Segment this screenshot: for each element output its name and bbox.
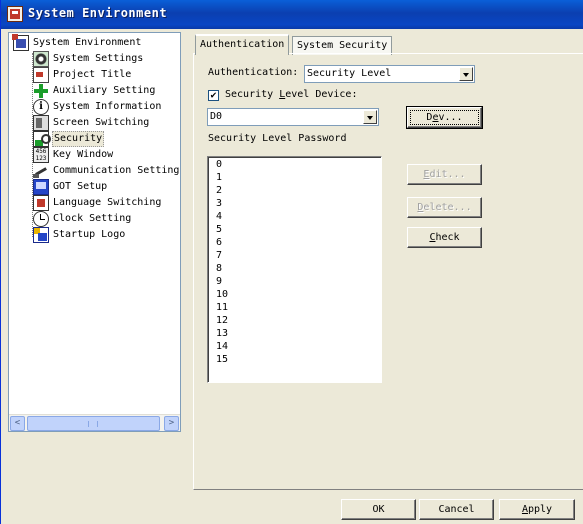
title-bar[interactable]: System Environment bbox=[1, 0, 583, 29]
plus-icon bbox=[33, 83, 49, 99]
tree-item-label: System Settings bbox=[53, 53, 144, 64]
settings-tree[interactable]: System Environment System Settings Proje… bbox=[8, 32, 181, 432]
list-item[interactable]: 4 bbox=[216, 210, 222, 223]
list-item[interactable]: 7 bbox=[216, 249, 222, 262]
list-item[interactable]: 3 bbox=[216, 197, 222, 210]
tree-item-label: Key Window bbox=[53, 149, 114, 160]
window-title: System Environment bbox=[28, 6, 168, 20]
dev-button[interactable]: Dev... bbox=[406, 106, 483, 129]
dev-button-label: Dev... bbox=[410, 110, 479, 125]
authentication-select[interactable]: Security Level bbox=[304, 65, 475, 83]
authentication-select-value: Security Level bbox=[307, 68, 392, 79]
tree-item-label: Auxiliary Setting bbox=[53, 85, 156, 96]
list-item[interactable]: 13 bbox=[216, 327, 228, 340]
tree-item-startup-logo[interactable]: Startup Logo bbox=[33, 227, 126, 243]
tree-item-label: Language Switching bbox=[53, 197, 162, 208]
tree-horizontal-scrollbar[interactable]: < > bbox=[9, 414, 180, 431]
scroll-right-button[interactable]: > bbox=[164, 416, 179, 431]
tree-item-communication-setting[interactable]: Communication Setting bbox=[33, 163, 180, 179]
monitor-icon bbox=[33, 179, 49, 195]
tree-item-label: Startup Logo bbox=[53, 229, 126, 240]
chevron-down-icon[interactable] bbox=[459, 67, 473, 81]
tree-root[interactable]: System Environment bbox=[12, 34, 142, 51]
gear-icon bbox=[33, 51, 49, 67]
tree-item-label: Screen Switching bbox=[53, 117, 150, 128]
tree-item-label: Communication Setting bbox=[53, 165, 180, 176]
security-level-password-label: Security Level Password bbox=[208, 133, 347, 144]
tree-item-got-setup[interactable]: GOT Setup bbox=[33, 179, 108, 195]
cancel-button[interactable]: Cancel bbox=[419, 499, 494, 520]
list-item[interactable]: 6 bbox=[216, 236, 222, 249]
project-title-icon bbox=[33, 67, 49, 83]
tree-item-key-window[interactable]: 456 123 Key Window bbox=[33, 147, 114, 163]
security-level-device-input[interactable]: D0 bbox=[207, 108, 379, 126]
edit-button[interactable]: Edit... bbox=[407, 164, 482, 185]
ok-button[interactable]: OK bbox=[341, 499, 416, 520]
security-icon bbox=[33, 131, 51, 147]
security-level-device-label: Security Level Device: bbox=[225, 89, 358, 100]
apply-button[interactable]: Apply bbox=[499, 499, 575, 520]
list-item[interactable]: 10 bbox=[216, 288, 228, 301]
system-environment-window: System Environment System Environment Sy… bbox=[0, 0, 583, 524]
cable-icon bbox=[33, 163, 49, 179]
list-item[interactable]: 1 bbox=[216, 171, 222, 184]
language-icon bbox=[33, 195, 49, 211]
tree-item-clock-setting[interactable]: Clock Setting bbox=[33, 211, 132, 227]
app-icon bbox=[7, 6, 23, 22]
list-item[interactable]: 8 bbox=[216, 262, 222, 275]
logo-icon bbox=[33, 227, 49, 243]
tree-item-screen-switching[interactable]: Screen Switching bbox=[33, 115, 150, 131]
keyboard-icon: 456 123 bbox=[33, 147, 49, 163]
list-item[interactable]: 2 bbox=[216, 184, 222, 197]
tree-item-label: Project Title bbox=[53, 69, 132, 80]
scroll-left-button[interactable]: < bbox=[10, 416, 25, 431]
security-level-device-checkbox[interactable]: ✔ bbox=[208, 90, 219, 101]
security-level-password-list[interactable]: 0 1 2 3 4 5 6 7 8 9 10 11 12 13 14 15 bbox=[207, 156, 382, 383]
device-input-value: D0 bbox=[210, 111, 223, 122]
tree-item-system-settings[interactable]: System Settings bbox=[33, 51, 144, 67]
tree-item-language-switching[interactable]: Language Switching bbox=[33, 195, 162, 211]
list-item[interactable]: 11 bbox=[216, 301, 228, 314]
chevron-down-icon[interactable] bbox=[363, 110, 377, 124]
clock-icon bbox=[33, 211, 49, 227]
tree-item-system-information[interactable]: i System Information bbox=[33, 99, 162, 115]
list-item[interactable]: 15 bbox=[216, 353, 228, 366]
list-item[interactable]: 0 bbox=[216, 158, 222, 171]
tree-item-label: Clock Setting bbox=[53, 213, 132, 224]
info-icon: i bbox=[33, 99, 49, 115]
tree-item-project-title[interactable]: Project Title bbox=[33, 67, 132, 83]
screen-icon bbox=[33, 115, 49, 131]
tree-root-label: System Environment bbox=[33, 37, 142, 48]
delete-button[interactable]: Delete... bbox=[407, 197, 482, 218]
tree-item-label: Security bbox=[52, 131, 105, 147]
tree-item-label: GOT Setup bbox=[53, 181, 108, 192]
list-item[interactable]: 9 bbox=[216, 275, 222, 288]
scroll-thumb[interactable] bbox=[27, 416, 160, 431]
list-item[interactable]: 5 bbox=[216, 223, 222, 236]
system-environment-icon bbox=[12, 34, 29, 51]
tab-authentication[interactable]: Authentication bbox=[195, 34, 290, 55]
tree-item-security[interactable]: Security bbox=[33, 131, 105, 147]
list-item[interactable]: 14 bbox=[216, 340, 228, 353]
list-item[interactable]: 12 bbox=[216, 314, 228, 327]
tree-item-label: System Information bbox=[53, 101, 162, 112]
tree-item-auxiliary-setting[interactable]: Auxiliary Setting bbox=[33, 83, 156, 99]
authentication-label: Authentication: bbox=[208, 67, 299, 78]
check-button[interactable]: Check bbox=[407, 227, 482, 248]
